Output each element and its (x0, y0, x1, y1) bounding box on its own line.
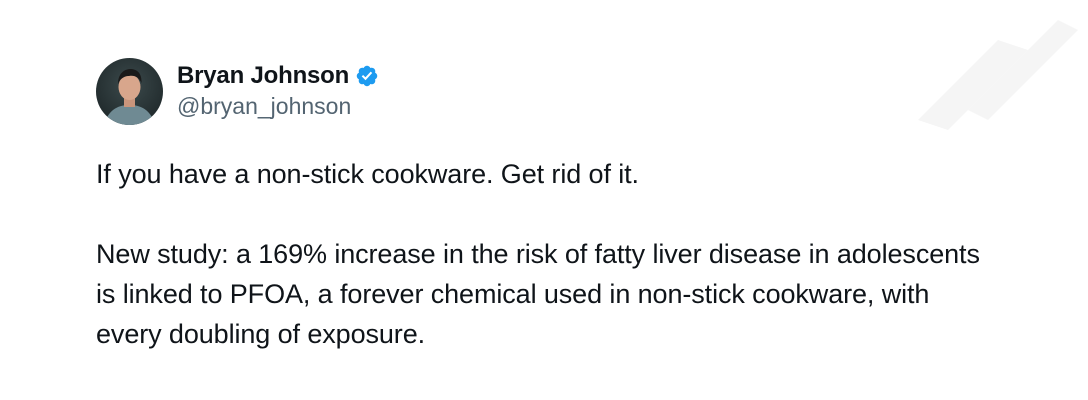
tweet-paragraph: New study: a 169% increase in the risk o… (96, 239, 988, 349)
author-info: Bryan Johnson @bryan_johnson (177, 61, 379, 121)
tweet-header: Bryan Johnson @bryan_johnson (96, 56, 996, 126)
author-display-name[interactable]: Bryan Johnson (177, 61, 349, 91)
name-row: Bryan Johnson (177, 61, 379, 91)
profile-photo-icon (96, 57, 163, 125)
tweet-card: Bryan Johnson @bryan_johnson If you have… (96, 56, 996, 354)
tweet-text: If you have a non-stick cookware. Get ri… (96, 154, 996, 354)
avatar[interactable] (96, 57, 163, 125)
tweet-paragraph: If you have a non-stick cookware. Get ri… (96, 159, 639, 189)
author-handle[interactable]: @bryan_johnson (177, 91, 379, 121)
verified-badge-icon (355, 64, 379, 88)
